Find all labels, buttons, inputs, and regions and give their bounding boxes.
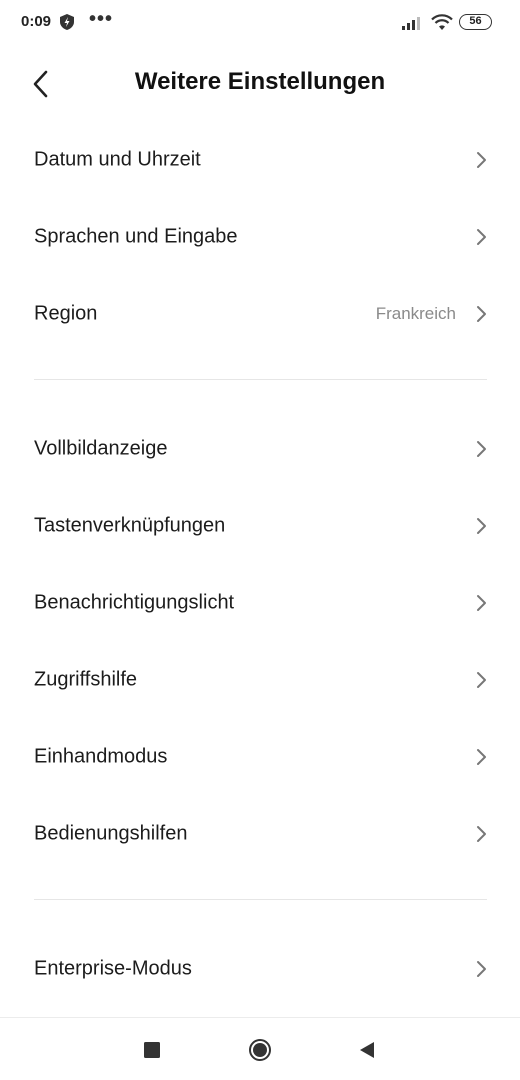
item-label: Region <box>34 302 98 324</box>
header: Weitere Einstellungen <box>0 44 520 124</box>
settings-item-languages-input[interactable]: Sprachen und Eingabe <box>0 198 520 275</box>
item-label: Tastenverknüpfungen <box>34 514 226 536</box>
chevron-right-icon <box>477 960 486 977</box>
back-triangle-icon[interactable] <box>355 1038 379 1062</box>
section-divider <box>34 379 487 380</box>
status-bar: 0:09 ••• 56 <box>0 0 520 44</box>
home-circle-icon[interactable] <box>248 1038 272 1062</box>
chevron-right-icon <box>477 305 486 322</box>
item-label: Einhandmodus <box>34 745 168 767</box>
settings-item-one-handed-mode[interactable]: Einhandmodus <box>0 718 520 795</box>
item-label: Benachrichtigungslicht <box>34 591 235 613</box>
item-label: Datum und Uhrzeit <box>34 148 201 170</box>
settings-item-date-time[interactable]: Datum und Uhrzeit <box>0 121 520 198</box>
signal-icon <box>402 17 420 30</box>
settings-item-fullscreen[interactable]: Vollbildanzeige <box>0 410 520 487</box>
settings-item-enterprise-mode[interactable]: Enterprise-Modus <box>0 930 520 1007</box>
wifi-icon <box>431 14 453 30</box>
recents-square-icon[interactable] <box>140 1038 164 1062</box>
chevron-right-icon <box>477 228 486 245</box>
chevron-right-icon <box>477 440 486 457</box>
chevron-right-icon <box>477 594 486 611</box>
item-label: Zugriffshilfe <box>34 668 138 690</box>
item-label: Sprachen und Eingabe <box>34 225 238 247</box>
settings-item-accessibility[interactable]: Zugriffshilfe <box>0 641 520 718</box>
chevron-right-icon <box>477 151 486 168</box>
navigation-bar <box>0 1017 520 1080</box>
settings-item-operating-aids[interactable]: Bedienungshilfen <box>0 795 520 872</box>
page-title: Weitere Einstellungen <box>134 68 386 95</box>
item-label: Bedienungshilfen <box>34 822 188 844</box>
item-label: Vollbildanzeige <box>34 437 168 459</box>
chevron-right-icon <box>477 517 486 534</box>
chevron-right-icon <box>477 825 486 842</box>
chevron-right-icon <box>477 671 486 688</box>
shield-icon <box>60 14 74 30</box>
settings-item-region[interactable]: Region Frankreich <box>0 275 520 352</box>
item-label: Enterprise-Modus <box>34 957 192 979</box>
settings-item-shortcuts[interactable]: Tastenverknüpfungen <box>0 487 520 564</box>
chevron-right-icon <box>477 748 486 765</box>
region-value: Frankreich <box>375 303 456 323</box>
battery-icon: 56 <box>459 14 492 30</box>
more-notifications-icon: ••• <box>89 8 114 30</box>
status-time: 0:09 <box>21 13 52 30</box>
settings-item-notification-light[interactable]: Benachrichtigungslicht <box>0 564 520 641</box>
section-divider <box>34 899 487 900</box>
